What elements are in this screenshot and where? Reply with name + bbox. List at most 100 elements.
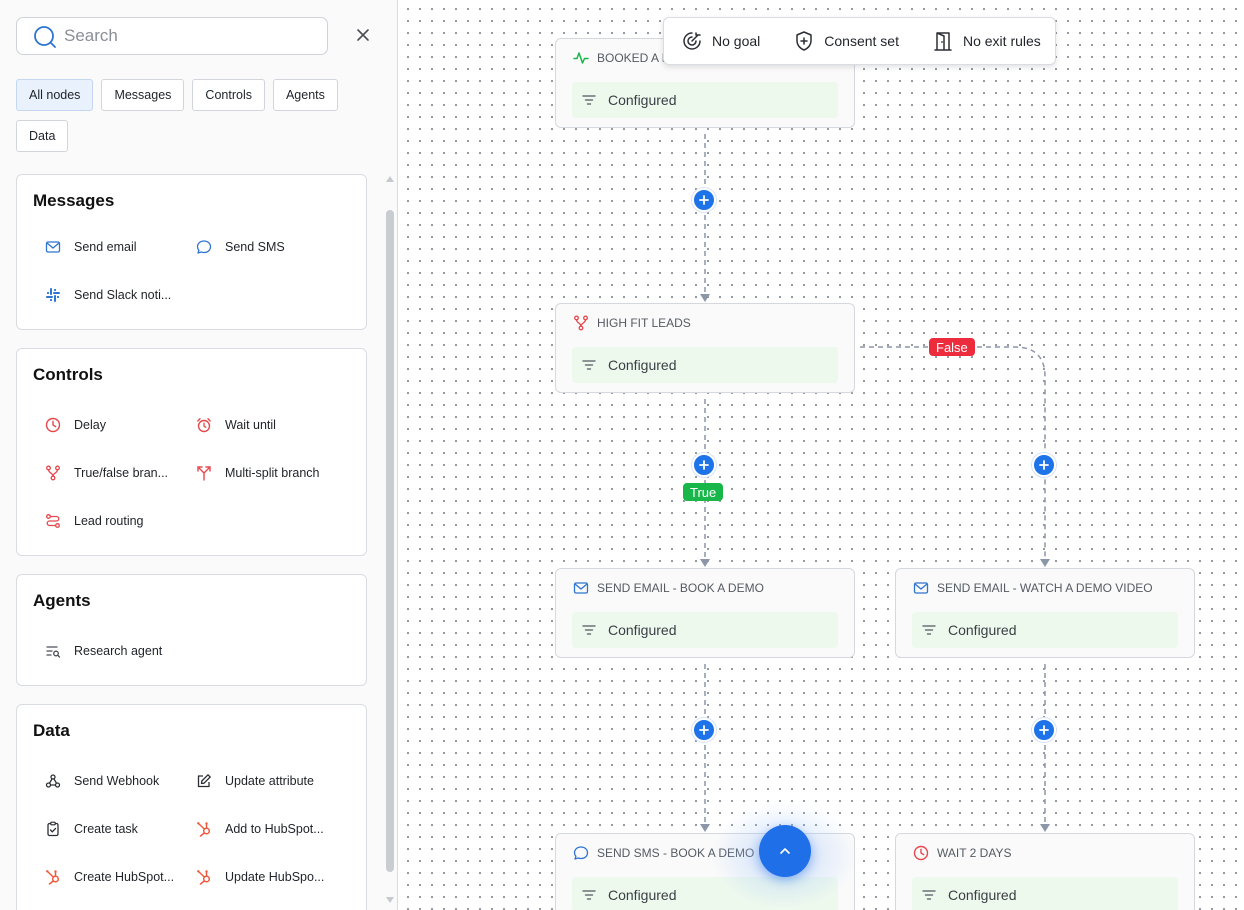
consent-label: Consent set: [824, 33, 899, 49]
node-status: Configured: [572, 877, 838, 910]
node-label: Lead routing: [74, 514, 144, 528]
clock-icon: [44, 416, 62, 434]
scroll-to-top-button[interactable]: [759, 825, 811, 877]
node-delay[interactable]: Delay: [44, 415, 106, 435]
scroll-up-arrow[interactable]: [386, 176, 394, 182]
node-create-hubspot[interactable]: Create HubSpot...: [44, 867, 174, 887]
scrollbar-thumb[interactable]: [386, 210, 394, 872]
node-status-text: Configured: [608, 92, 677, 108]
activity-icon: [572, 49, 590, 67]
add-step-button[interactable]: [692, 718, 716, 742]
node-title: SEND EMAIL - BOOK A DEMO: [597, 581, 764, 595]
add-step-button[interactable]: [1032, 718, 1056, 742]
filter-icon: [580, 91, 598, 109]
alarm-clock-icon: [195, 416, 213, 434]
target-icon: [680, 29, 704, 53]
node-send-email[interactable]: Send email: [44, 237, 137, 257]
webhook-icon: [44, 772, 62, 790]
workflow-node-high-fit-leads[interactable]: HIGH FIT LEADS Configured: [555, 303, 855, 393]
add-step-button[interactable]: [692, 453, 716, 477]
exit-rules-label: No exit rules: [962, 33, 1041, 49]
node-status: Configured: [912, 877, 1178, 910]
plus-icon: [699, 460, 709, 470]
node-create-task[interactable]: Create task: [44, 819, 138, 839]
node-send-sms[interactable]: Send SMS: [195, 237, 285, 257]
filter-data[interactable]: Data: [16, 120, 69, 152]
filter-controls[interactable]: Controls: [192, 79, 265, 111]
goal-setting[interactable]: No goal: [680, 29, 760, 53]
hubspot-icon: [195, 820, 213, 838]
node-status-text: Configured: [948, 887, 1017, 903]
filter-agents[interactable]: Agents: [272, 79, 338, 111]
plus-icon: [1039, 725, 1049, 735]
node-label: Send email: [74, 240, 137, 254]
section-controls: Controls Delay Wait until True/false bra…: [16, 348, 367, 556]
workflow-node-send-email-book-demo[interactable]: SEND EMAIL - BOOK A DEMO Configured: [555, 568, 855, 658]
section-title-messages: Messages: [33, 191, 115, 210]
node-multi-split-branch[interactable]: Multi-split branch: [195, 463, 319, 483]
close-icon: [357, 29, 369, 41]
node-status-text: Configured: [608, 622, 677, 638]
plus-icon: [1039, 460, 1049, 470]
node-library-sidebar: All nodes Messages Controls Agents Data …: [0, 0, 398, 910]
node-title: WAIT 2 DAYS: [937, 846, 1012, 860]
search-box[interactable]: [16, 17, 328, 55]
node-wait-until[interactable]: Wait until: [195, 415, 276, 435]
node-update-hubspot[interactable]: Update HubSpo...: [195, 867, 324, 887]
node-research-agent[interactable]: Research agent: [44, 641, 162, 661]
node-add-to-hubspot[interactable]: Add to HubSpot...: [195, 819, 324, 839]
node-label: Create HubSpot...: [74, 870, 175, 884]
node-lead-routing[interactable]: Lead routing: [44, 511, 144, 531]
section-title-controls: Controls: [33, 365, 103, 384]
route-icon: [44, 512, 62, 530]
branch-label-true: True: [683, 483, 724, 501]
mail-icon: [44, 238, 62, 256]
node-send-webhook[interactable]: Send Webhook: [44, 771, 159, 791]
node-header: SEND SMS - BOOK A DEMO: [572, 844, 754, 862]
section-title-data: Data: [33, 721, 70, 740]
node-header: WAIT 2 DAYS: [912, 844, 1011, 862]
split-icon: [195, 464, 213, 482]
workflow-canvas[interactable]: BOOKED A D Configured HIGH FIT LEADS Con…: [399, 0, 1244, 910]
branch-icon: [572, 314, 590, 332]
workflow-node-wait-2-days[interactable]: WAIT 2 DAYS Configured: [895, 833, 1195, 910]
node-header: SEND EMAIL - BOOK A DEMO: [572, 579, 764, 597]
filter-messages[interactable]: Messages: [101, 79, 185, 111]
add-step-button[interactable]: [692, 188, 716, 212]
node-update-attribute[interactable]: Update attribute: [195, 771, 314, 791]
node-label: Delay: [74, 418, 106, 432]
node-status-text: Configured: [608, 887, 677, 903]
add-step-button[interactable]: [1032, 453, 1056, 477]
mail-icon: [572, 579, 590, 597]
slack-icon: [44, 286, 62, 304]
node-label: Update attribute: [225, 774, 314, 788]
workflow-node-send-email-watch-demo[interactable]: SEND EMAIL - WATCH A DEMO VIDEO Configur…: [895, 568, 1195, 658]
search-input[interactable]: [64, 24, 314, 48]
node-label: Update HubSpo...: [225, 870, 325, 884]
shield-plus-icon: [792, 29, 816, 53]
close-sidebar-button[interactable]: [352, 24, 374, 46]
node-status: Configured: [572, 347, 838, 383]
node-status-text: Configured: [948, 622, 1017, 638]
node-status: Configured: [572, 612, 838, 648]
edit-icon: [195, 772, 213, 790]
node-header: BOOKED A D: [572, 49, 670, 67]
node-true-false-branch[interactable]: True/false bran...: [44, 463, 168, 483]
branch-label-false: False: [929, 338, 975, 356]
search-icon: [34, 26, 56, 48]
hubspot-icon: [44, 868, 62, 886]
filter-all-nodes[interactable]: All nodes: [16, 79, 94, 111]
node-header: SEND EMAIL - WATCH A DEMO VIDEO: [912, 579, 1153, 597]
node-label: Send SMS: [225, 240, 285, 254]
sidebar-scrollbar[interactable]: [385, 176, 395, 910]
node-label: Research agent: [74, 644, 163, 658]
node-send-slack-notification[interactable]: Send Slack noti...: [44, 285, 171, 305]
exit-rules-setting[interactable]: No exit rules: [931, 29, 1041, 53]
node-label: Multi-split branch: [225, 466, 320, 480]
workflow-settings-toolbar: No goal Consent set No exit rules: [663, 17, 1056, 65]
workflow-edges: [700, 134, 1050, 832]
clipboard-check-icon: [44, 820, 62, 838]
node-label: Wait until: [225, 418, 276, 432]
consent-setting[interactable]: Consent set: [792, 29, 899, 53]
scroll-down-arrow[interactable]: [386, 897, 394, 903]
